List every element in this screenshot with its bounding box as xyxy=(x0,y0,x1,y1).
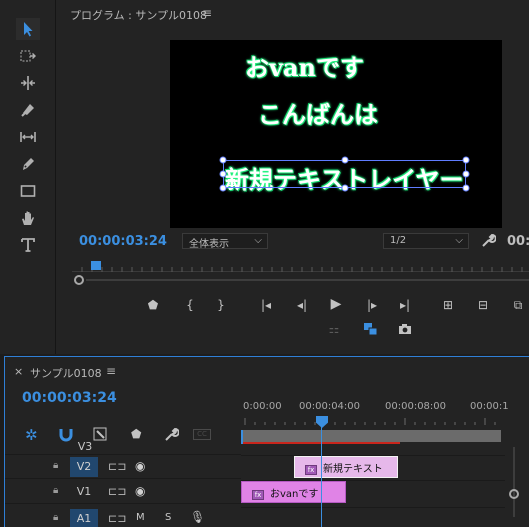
sequence-menu-icon[interactable]: ≡ xyxy=(106,364,116,378)
track-label-v1[interactable]: V1 xyxy=(70,482,98,502)
clip-v1-text[interactable]: fx おvanです xyxy=(241,481,346,503)
track-header-a1: 🔒︎ A1 ⊏⊐ M S 🎙︎ xyxy=(5,507,241,527)
transform-handle[interactable] xyxy=(219,170,227,178)
program-playhead-marker[interactable] xyxy=(91,261,101,270)
mark-out-icon[interactable]: } xyxy=(213,298,229,312)
ruler-label: 00:00:04:00 xyxy=(299,401,361,412)
track-header-v2: 🔒︎ V2 ⊏⊐ ◉ xyxy=(5,455,241,479)
solo-track-button[interactable]: S xyxy=(165,512,171,523)
vertical-scrollbar-handle[interactable] xyxy=(509,489,519,499)
camera-icon[interactable] xyxy=(398,323,412,335)
program-monitor-title[interactable]: プログラム : サンプル0108 xyxy=(70,7,207,23)
timeline-playhead-head[interactable] xyxy=(316,416,328,428)
work-area-bar[interactable] xyxy=(241,430,501,442)
ruler-label: 0:00:00 xyxy=(243,401,282,412)
video-text-line1: おvanです xyxy=(245,53,364,82)
wrench-settings-icon[interactable] xyxy=(480,232,497,248)
track-header-v1: 🔒︎ V1 ⊏⊐ ◉ xyxy=(5,480,241,504)
ruler-label: 00:00:08:00 xyxy=(385,401,447,412)
playback-resolution-dropdown[interactable]: 1/2 ⌵ xyxy=(383,233,469,249)
track-select-tool-icon[interactable] xyxy=(16,45,40,67)
track-label-a1[interactable]: A1 xyxy=(70,509,98,527)
transform-handle[interactable] xyxy=(462,156,470,164)
close-icon[interactable]: × xyxy=(14,365,23,378)
ruler-label: 00:00:1 xyxy=(470,401,509,412)
go-to-out-icon[interactable]: ▸| xyxy=(397,298,413,312)
scrollbar-handle[interactable] xyxy=(74,275,84,285)
lock-icon[interactable]: 🔒︎ xyxy=(53,512,58,523)
add-marker-icon[interactable]: ⬟ xyxy=(145,298,161,312)
timeline-ruler-ticks[interactable] xyxy=(243,415,505,425)
selection-tool-icon[interactable] xyxy=(16,18,40,40)
chevron-down-icon: ⌵ xyxy=(455,235,463,246)
sync-lock-icon[interactable]: ⊏⊐ xyxy=(108,460,126,473)
track-header-v3: V3 xyxy=(5,440,241,455)
lift-icon[interactable]: ⊞ xyxy=(440,298,456,312)
video-text-line2: こんばんは xyxy=(258,100,378,129)
program-playhead-timecode[interactable]: 00:00:03:24 xyxy=(79,234,167,249)
captions-icon[interactable]: CC xyxy=(193,429,211,440)
voiceover-microphone-icon[interactable]: 🎙︎ xyxy=(190,510,205,524)
mark-in-icon[interactable]: { xyxy=(182,298,198,312)
timeline-playhead-timecode[interactable]: 00:00:03:24 xyxy=(22,390,117,406)
step-back-icon[interactable]: ◂| xyxy=(294,298,310,312)
sync-lock-icon[interactable]: ⊏⊐ xyxy=(108,512,126,525)
zoom-scrollbar[interactable] xyxy=(86,279,529,281)
step-forward-icon[interactable]: |▸ xyxy=(364,298,380,312)
razor-tool-icon[interactable] xyxy=(16,99,40,121)
sync-lock-icon[interactable]: ⊏⊐ xyxy=(108,485,126,498)
zoom-level-dropdown[interactable]: 全体表示 ⌵ xyxy=(182,233,268,250)
sequence-tab-title[interactable]: サンプル0108 xyxy=(30,365,102,381)
lane-divider xyxy=(241,507,505,508)
timeline-playhead-line[interactable] xyxy=(321,427,322,527)
transform-handle[interactable] xyxy=(219,184,227,192)
program-menu-icon[interactable]: ≡ xyxy=(202,6,212,20)
nest-sequence-icon[interactable]: ✲ xyxy=(25,426,41,444)
add-marker-timeline-icon[interactable]: ⬟ xyxy=(131,427,141,441)
extract-icon[interactable]: ⊟ xyxy=(475,298,491,312)
transform-handle[interactable] xyxy=(462,184,470,192)
hand-tool-icon[interactable] xyxy=(16,207,40,229)
resolution-value: 1/2 xyxy=(390,235,407,246)
chevron-down-icon: ⌵ xyxy=(254,235,262,246)
transform-handle[interactable] xyxy=(341,156,349,164)
ripple-edit-tool-icon[interactable] xyxy=(16,72,40,94)
anchor-point-icon[interactable] xyxy=(228,179,235,186)
go-to-in-icon[interactable]: |◂ xyxy=(258,298,274,312)
pen-tool-icon[interactable] xyxy=(16,153,40,175)
transform-handle[interactable] xyxy=(462,170,470,178)
lock-icon[interactable]: 🔒︎ xyxy=(53,485,58,496)
vertical-scrollbar[interactable] xyxy=(513,447,515,517)
comparison-view-icon[interactable] xyxy=(363,322,378,336)
program-time-ruler[interactable] xyxy=(72,262,529,272)
timeline-settings-wrench-icon[interactable] xyxy=(163,426,180,442)
track-label-v3[interactable]: V3 xyxy=(71,437,99,457)
mute-track-button[interactable]: M xyxy=(136,512,145,523)
timeline-panel: × サンプル0108 ≡ 00:00:03:24 ✲ ⬟ CC 0:00:00 … xyxy=(4,356,529,527)
tools-panel xyxy=(0,0,56,354)
fx-badge-icon: fx xyxy=(252,490,264,500)
transform-handle[interactable] xyxy=(219,156,227,164)
program-duration-timecode: 00: xyxy=(507,234,529,249)
rectangle-tool-icon[interactable] xyxy=(16,180,40,202)
eye-icon[interactable]: ◉ xyxy=(135,459,145,473)
work-area-start-marker[interactable] xyxy=(241,430,243,444)
type-tool-icon[interactable] xyxy=(16,234,40,256)
clip-label: 新規テキスト xyxy=(323,464,383,475)
fx-badge-icon: fx xyxy=(305,465,317,475)
slip-tool-icon[interactable] xyxy=(16,126,40,148)
eye-icon[interactable]: ◉ xyxy=(135,484,145,498)
clip-v2-text[interactable]: fx 新規テキスト xyxy=(294,456,398,478)
track-label-v2[interactable]: V2 xyxy=(70,457,98,477)
lock-icon[interactable]: 🔒︎ xyxy=(53,460,58,471)
play-icon[interactable]: ▶ xyxy=(328,297,344,311)
program-video-frame[interactable]: おvanです こんばんは 新規テキストレイヤー xyxy=(170,40,502,228)
zoom-level-value: 全体表示 xyxy=(189,239,229,250)
transform-handle[interactable] xyxy=(341,184,349,192)
safe-margins-icon[interactable]: ⚏ xyxy=(326,322,342,336)
clip-label: おvanです xyxy=(270,489,319,500)
export-frame-alt-icon[interactable]: ⧉ xyxy=(510,298,526,312)
